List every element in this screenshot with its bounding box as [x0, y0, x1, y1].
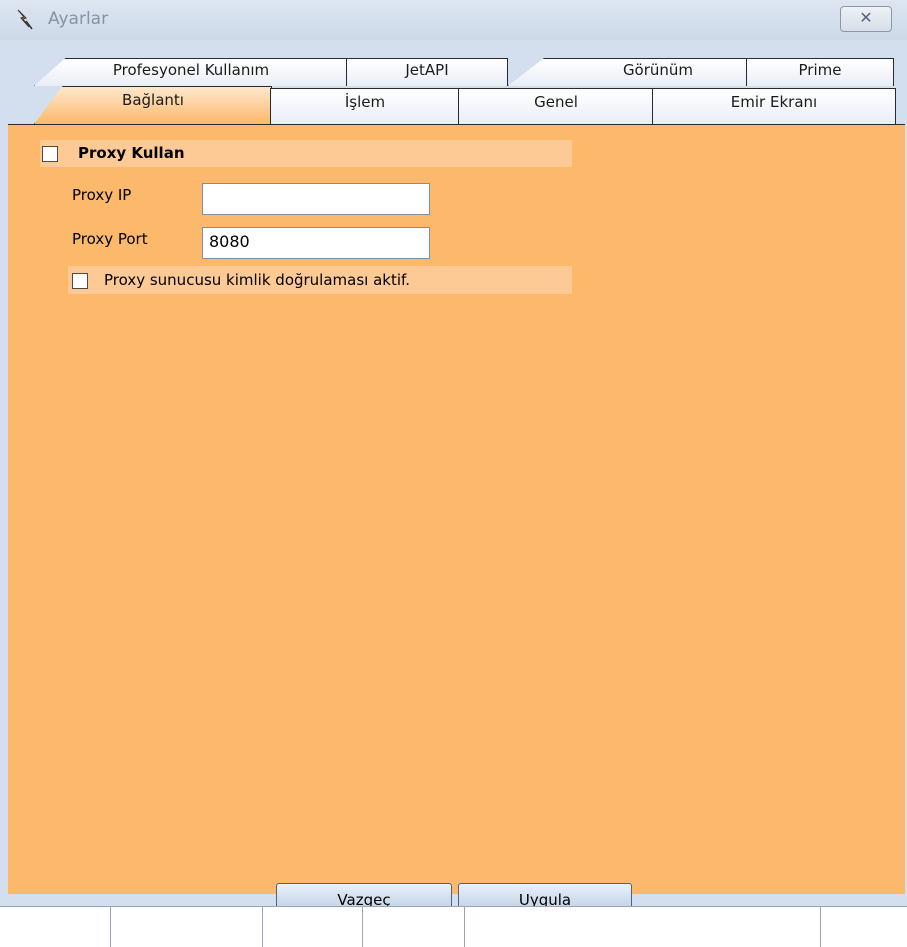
lightning-app-icon	[17, 9, 33, 30]
tab-emir-ekrani[interactable]: Emir Ekranı	[652, 88, 896, 124]
proxy-ip-input[interactable]	[202, 183, 430, 215]
close-icon: ✕	[859, 8, 873, 27]
grid-divider	[110, 907, 111, 947]
tab-prime[interactable]: Prime	[746, 58, 894, 86]
tab-baglanti[interactable]: Bağlantı	[34, 86, 272, 124]
window-title: Ayarlar	[48, 9, 109, 29]
tab-jetapi[interactable]: JetAPI	[346, 58, 508, 86]
proxy-port-input[interactable]: 8080	[202, 227, 430, 259]
proxy-ip-label: Proxy IP	[72, 186, 132, 204]
grid-divider	[262, 907, 263, 947]
close-button[interactable]: ✕	[840, 6, 892, 32]
grid-divider	[820, 907, 821, 947]
proxy-auth-checkbox[interactable]	[72, 273, 88, 289]
use-proxy-label: Proxy Kullan	[78, 144, 185, 162]
grid-divider	[362, 907, 363, 947]
tab-islem[interactable]: İşlem	[270, 88, 460, 124]
grid-divider	[464, 907, 465, 947]
background-window-strip	[0, 906, 907, 947]
tab-genel[interactable]: Genel	[458, 88, 654, 124]
proxy-auth-label: Proxy sunucusu kimlik doğrulaması aktif.	[104, 271, 410, 289]
proxy-port-label: Proxy Port	[72, 230, 148, 248]
title-bar: Ayarlar ✕	[0, 0, 907, 41]
tab-profesyonel-kullanim[interactable]: Profesyonel Kullanım	[34, 58, 348, 86]
use-proxy-checkbox[interactable]	[42, 146, 58, 162]
tab-gorunum[interactable]: Görünüm	[508, 58, 748, 86]
